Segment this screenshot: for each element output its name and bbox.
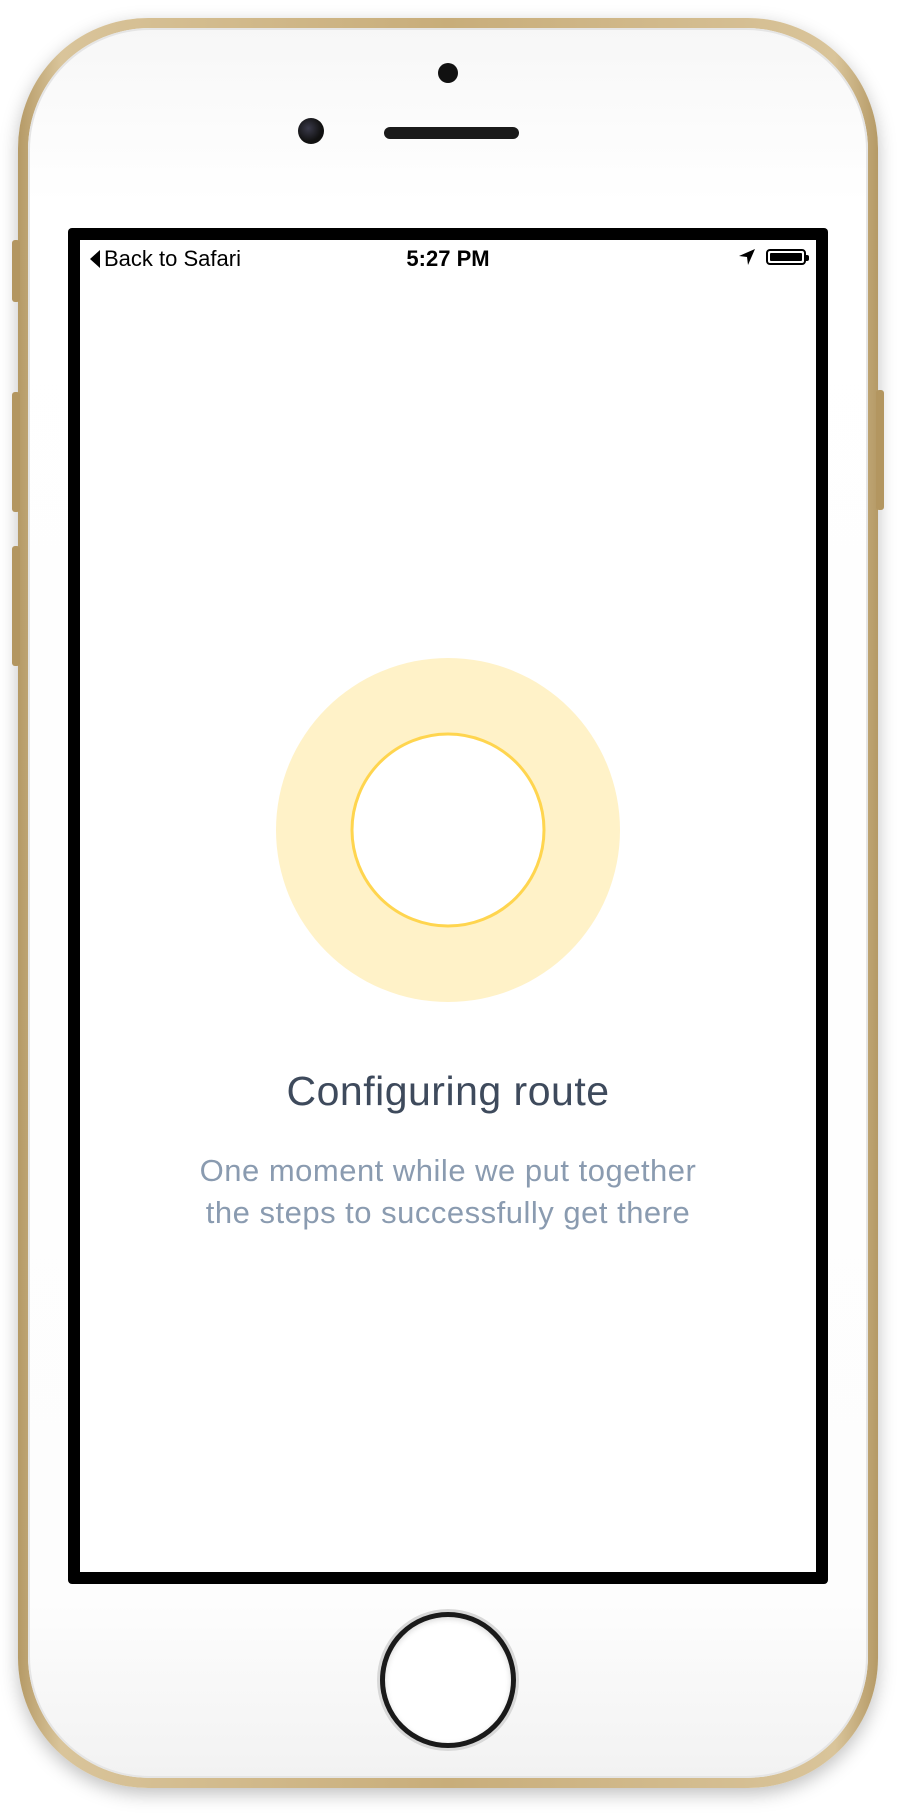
earpiece-speaker bbox=[384, 127, 519, 139]
location-arrow-icon bbox=[739, 249, 755, 265]
volume-up-button bbox=[12, 392, 20, 512]
loading-message: One moment while we put together the ste… bbox=[80, 1150, 816, 1234]
app-screen: Back to Safari 5:27 PM Configuring route… bbox=[80, 240, 816, 1572]
loader-inner-circle bbox=[350, 732, 546, 928]
front-camera bbox=[298, 118, 324, 144]
loading-message-line-2: the steps to successfully get there bbox=[205, 1195, 691, 1230]
volume-down-button bbox=[12, 546, 20, 666]
status-bar: Back to Safari 5:27 PM bbox=[80, 240, 816, 280]
home-button[interactable] bbox=[380, 1612, 516, 1748]
power-button bbox=[876, 390, 884, 510]
mute-switch bbox=[12, 240, 20, 302]
battery-level bbox=[770, 253, 802, 261]
status-time: 5:27 PM bbox=[406, 246, 490, 271]
loading-title: Configuring route bbox=[286, 1068, 610, 1114]
status-icons bbox=[738, 248, 809, 266]
battery-full-icon bbox=[766, 249, 809, 265]
proximity-sensor bbox=[438, 63, 458, 83]
loading-spinner bbox=[276, 658, 620, 1002]
loading-message-line-1: One moment while we put together bbox=[199, 1153, 697, 1188]
